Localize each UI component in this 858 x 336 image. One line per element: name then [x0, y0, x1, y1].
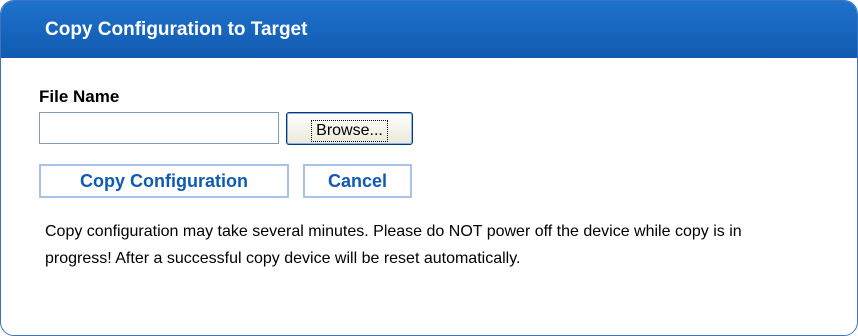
- copy-configuration-panel: Copy Configuration to Target File Name B…: [0, 0, 858, 336]
- panel-header: Copy Configuration to Target: [1, 1, 857, 58]
- browse-button-label: Browse...: [311, 119, 388, 142]
- copy-configuration-button[interactable]: Copy Configuration: [39, 164, 289, 198]
- warning-note: Copy configuration may take several minu…: [45, 223, 742, 267]
- panel-title: Copy Configuration to Target: [45, 19, 308, 40]
- file-name-label: File Name: [39, 87, 120, 106]
- file-name-input[interactable]: [39, 112, 279, 144]
- cancel-button[interactable]: Cancel: [303, 164, 412, 198]
- browse-button[interactable]: Browse...: [286, 112, 413, 145]
